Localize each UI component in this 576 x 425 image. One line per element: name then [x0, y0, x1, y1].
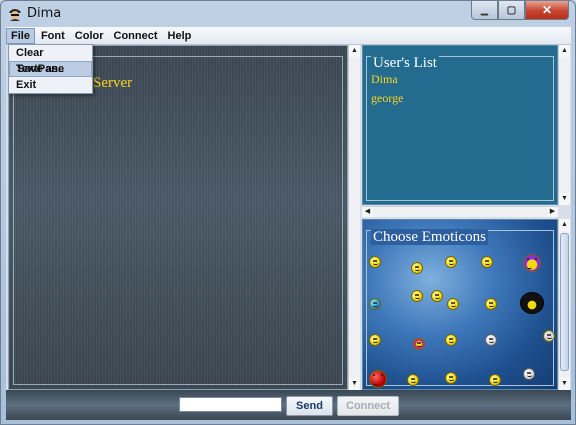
maximize-button[interactable]: ▢ [498, 1, 525, 20]
emoticon-party[interactable] [369, 334, 381, 346]
emoticon-hat[interactable] [445, 334, 457, 346]
scroll-left-icon[interactable]: ◀ [362, 207, 373, 217]
main-window: Dima ▁ ▢ ✕ File Font Color Connect Help … [0, 0, 576, 425]
user-list-title: User's List [371, 55, 439, 71]
emoticons-scroll-thumb[interactable] [560, 233, 569, 371]
menu-item-save-as[interactable]: Save as.. [9, 61, 92, 77]
emoticon-rocker[interactable] [407, 374, 419, 386]
emoticon-devil[interactable] [369, 370, 387, 388]
emoticon-cool[interactable] [445, 372, 457, 384]
menu-connect[interactable]: Connect [110, 28, 162, 44]
emoticon-cow[interactable] [485, 334, 497, 346]
emoticon-smile[interactable] [481, 256, 493, 268]
connect-button[interactable]: Connect [337, 396, 399, 416]
emoticon-violin[interactable] [523, 368, 535, 380]
file-dropdown-menu: Clear TextPane Save as.. Exit [8, 44, 93, 94]
emoticon-smile[interactable] [485, 298, 497, 310]
user-list-panel: User's List Dima george [362, 45, 558, 205]
message-input[interactable] [179, 397, 282, 412]
user-list-border: User's List Dima george [366, 55, 554, 201]
close-icon: ✕ [541, 3, 553, 17]
window-controls: ▁ ▢ ✕ [471, 1, 569, 20]
emoticon-smile[interactable] [447, 298, 459, 310]
window-title: Dima [27, 6, 62, 21]
scroll-down-icon[interactable]: ▼ [559, 378, 570, 390]
user-list-scrollbar[interactable]: ▲ ▼ [558, 45, 570, 205]
close-button[interactable]: ✕ [525, 1, 569, 20]
user-list-hscrollbar[interactable]: ◀ ▶ [362, 206, 558, 217]
title-bar[interactable]: Dima ▁ ▢ ✕ [1, 1, 575, 27]
menu-item-exit[interactable]: Exit [9, 77, 92, 93]
menu-bar: File Font Color Connect Help [6, 27, 571, 45]
send-button[interactable]: Send [286, 396, 333, 416]
user-list-item[interactable]: george [371, 91, 403, 106]
chat-border [13, 56, 343, 385]
emoticon-wave[interactable] [369, 298, 381, 310]
menu-color[interactable]: Color [71, 28, 108, 44]
emoticons-panel: Choose Emoticons [362, 219, 558, 390]
minimize-icon: ▁ [481, 4, 488, 15]
user-list-item[interactable]: Dima [371, 72, 398, 87]
emoticon-smile[interactable] [445, 256, 457, 268]
chat-text-pane[interactable]: Server [8, 45, 348, 390]
scroll-up-icon[interactable]: ▲ [559, 45, 570, 57]
menu-file[interactable]: File [6, 27, 35, 44]
emoticons-scrollbar[interactable]: ▲ ▼ [558, 219, 570, 390]
scroll-down-icon[interactable]: ▼ [559, 193, 570, 205]
chat-message: Server [93, 75, 133, 91]
emoticon-guitar[interactable] [543, 330, 555, 342]
emoticon-smile[interactable] [489, 374, 501, 386]
bottom-bar: Send Connect [6, 390, 571, 420]
emoticons-title: Choose Emoticons [371, 229, 488, 245]
scroll-down-icon[interactable]: ▼ [349, 378, 360, 390]
emoticon-dancing[interactable] [411, 290, 423, 302]
menu-font[interactable]: Font [37, 28, 69, 44]
app-icon [9, 9, 21, 21]
scroll-up-icon[interactable]: ▲ [349, 45, 360, 57]
emoticon-jester[interactable] [523, 254, 541, 272]
emoticon-afro[interactable] [520, 292, 544, 314]
chat-scrollbar[interactable]: ▲ ▼ [348, 45, 360, 390]
emoticon-smile[interactable] [369, 256, 381, 268]
menu-help[interactable]: Help [164, 28, 196, 44]
emoticon-smile[interactable] [411, 262, 423, 274]
scroll-right-icon[interactable]: ▶ [547, 207, 558, 217]
maximize-icon: ▢ [506, 4, 517, 16]
emoticon-flowers[interactable] [413, 338, 425, 350]
menu-item-clear-textpane[interactable]: Clear TextPane [9, 45, 92, 75]
minimize-button[interactable]: ▁ [471, 1, 498, 20]
content-area: Server ▲ ▼ User's List Dima george ▲ ▼ ◀… [6, 45, 571, 420]
emoticon-dancing[interactable] [431, 290, 443, 302]
scroll-up-icon[interactable]: ▲ [559, 219, 570, 231]
